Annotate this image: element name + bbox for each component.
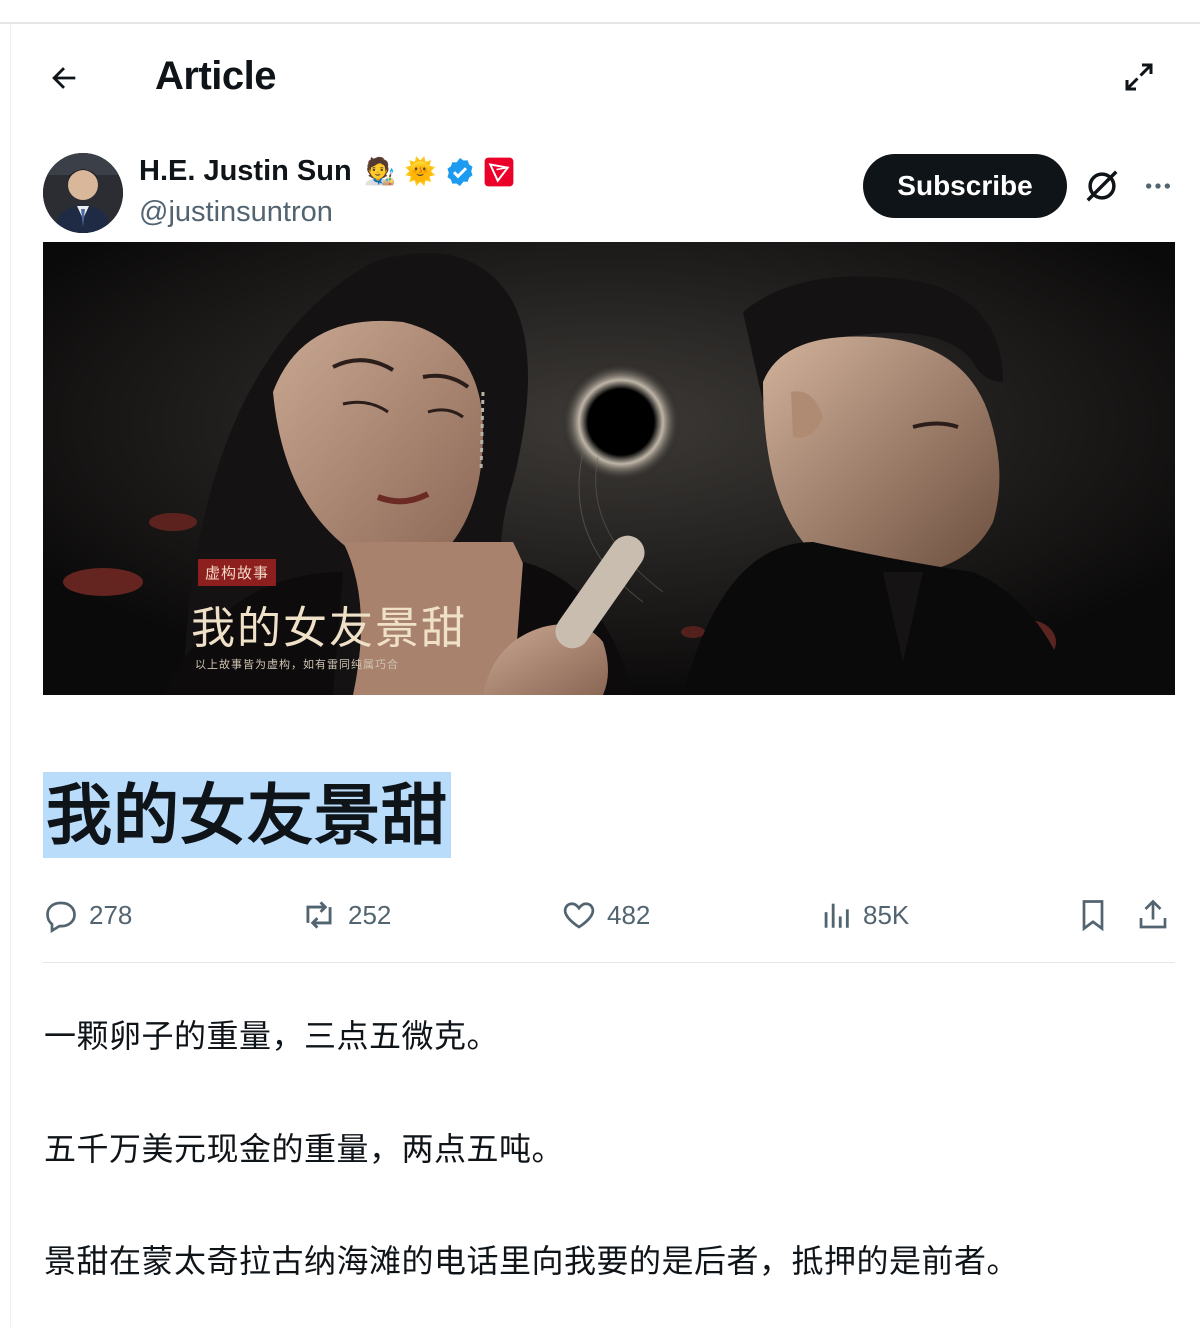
back-button[interactable]	[44, 58, 84, 98]
article-cover-image[interactable]: 虚构故事 我的女友景甜 以上故事皆为虚构，如有雷同纯属巧合	[43, 242, 1175, 695]
article-paragraph: 五千万美元现金的重量，两点五吨。	[44, 1131, 565, 1167]
views-button[interactable]: 85K	[819, 893, 909, 937]
share-button[interactable]	[1135, 893, 1171, 937]
column-divider	[10, 24, 11, 1327]
view-count: 85K	[863, 899, 910, 930]
expand-button[interactable]	[1118, 56, 1160, 98]
author-name[interactable]: H.E. Justin Sun 🧑‍🎨 🌞	[139, 155, 514, 188]
author-handle[interactable]: @justinsuntron	[139, 196, 333, 229]
sun-emoji: 🌞	[404, 156, 437, 186]
more-horizontal-icon	[1146, 183, 1170, 189]
grok-icon	[1086, 170, 1118, 202]
repost-icon	[306, 901, 332, 929]
verified-badge-icon	[447, 157, 473, 186]
engagement-divider	[43, 962, 1175, 963]
repost-button[interactable]: 252	[300, 893, 391, 937]
reply-icon	[46, 901, 76, 933]
avatar-portrait	[43, 153, 123, 233]
banner-title: 我的女友景甜	[191, 603, 467, 654]
tron-affiliate-icon	[485, 157, 514, 186]
arrow-left-icon	[52, 67, 76, 89]
author-name-text: H.E. Justin Sun	[139, 155, 352, 187]
analytics-icon	[824, 903, 849, 928]
subscribe-button[interactable]: Subscribe	[863, 154, 1067, 218]
article-paragraph: 景甜在蒙太奇拉古纳海滩的电话里向我要的是后者，抵押的是前者。	[44, 1243, 1020, 1279]
expand-icon	[1125, 63, 1153, 91]
page-title: Article	[155, 54, 277, 98]
name-badges: 🧑‍🎨 🌞	[364, 156, 515, 188]
engagement-bar: 278 252 482 85K	[43, 893, 1175, 937]
reply-button[interactable]: 278	[43, 893, 132, 937]
share-icon	[1139, 899, 1167, 929]
like-count: 482	[607, 899, 651, 930]
bookmark-button[interactable]	[1075, 893, 1111, 937]
author-avatar[interactable]	[43, 153, 123, 233]
article-title: 我的女友景甜	[43, 772, 451, 858]
article-paragraph: 一颗卵子的重量，三点五微克。	[44, 1018, 500, 1054]
repost-count: 252	[348, 899, 392, 930]
grok-button[interactable]	[1080, 164, 1124, 208]
bookmark-icon	[1082, 900, 1104, 932]
banner-tag: 虚构故事	[198, 559, 277, 586]
more-options-button[interactable]	[1136, 164, 1180, 208]
top-bar	[0, 0, 1200, 24]
like-button[interactable]: 482	[561, 893, 650, 937]
heart-icon	[563, 902, 595, 929]
reply-count: 278	[89, 899, 133, 930]
banner-subtitle: 以上故事皆为虚构，如有雷同纯属巧合	[195, 658, 399, 671]
artist-emoji: 🧑‍🎨	[363, 156, 397, 186]
